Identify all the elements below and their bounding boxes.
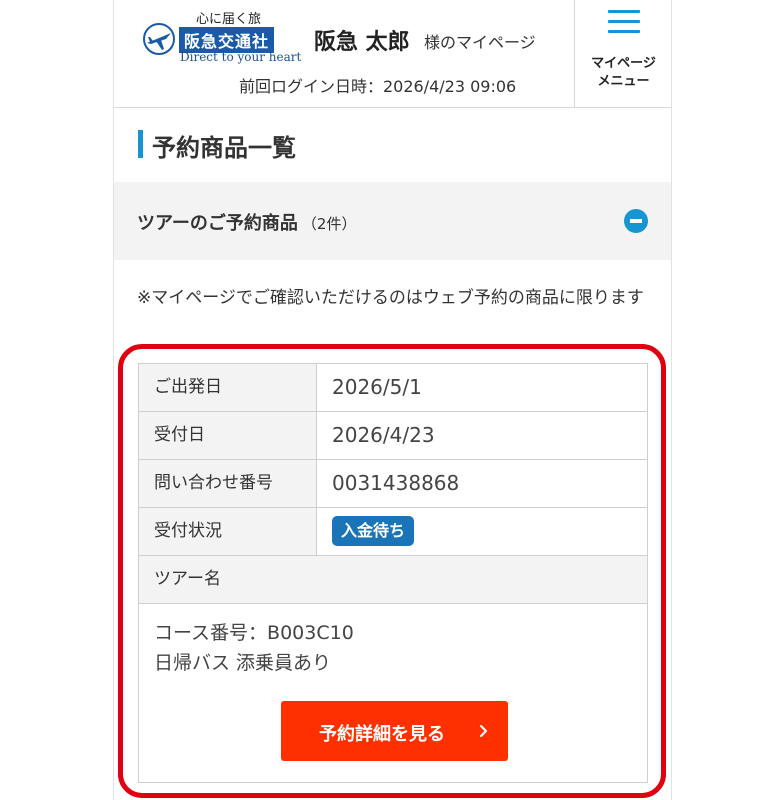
mypage-menu-label: マイページ メニュー <box>575 55 671 91</box>
row-label: ご出発日 <box>139 364 317 411</box>
table-row-tour-name: ツアー名 <box>139 556 647 604</box>
reservation-card: ご出発日 2026/5/1 受付日 2026/4/23 問い合わせ番号 0031… <box>138 363 648 783</box>
row-label: 受付日 <box>139 412 317 459</box>
tour-name: 日帰バス 添乗員あり <box>154 652 332 674</box>
logo-english: Direct to your heart <box>180 50 302 64</box>
table-row-inquiry-number: 問い合わせ番号 0031438868 <box>139 460 647 508</box>
table-row-departure: ご出発日 2026/5/1 <box>139 364 647 412</box>
row-label: 問い合わせ番号 <box>139 460 317 507</box>
tour-info: コース番号：B003C10 日帰バス 添乗員あり <box>154 618 354 678</box>
web-reservation-note: ※マイページでご確認いただけるのはウェブ予約の商品に限ります <box>137 288 644 308</box>
user-suffix: 様のマイページ <box>424 33 536 52</box>
airplane-logo-icon <box>143 23 175 55</box>
reservation-count: （2件） <box>301 215 357 233</box>
hamburger-icon <box>608 10 640 34</box>
chevron-right-icon <box>479 725 488 737</box>
status-badge: 入金待ち <box>332 515 415 546</box>
minus-circle-icon[interactable] <box>624 209 648 233</box>
status-cell: 入金待ち <box>317 508 647 555</box>
last-login-datetime: 前回ログイン日時：2026/4/23 09:06 <box>239 77 517 96</box>
departure-date: 2026/5/1 <box>332 375 422 399</box>
title-accent-bar <box>138 130 143 158</box>
logo-tagline: 心に届く旅 <box>196 12 262 27</box>
detail-button-label: 予約詳細を見る <box>319 724 445 745</box>
course-number: コース番号：B003C10 <box>154 622 354 644</box>
page-title: 予約商品一覧 <box>152 134 296 162</box>
tour-name-label: ツアー名 <box>139 556 647 603</box>
user-name: 阪急 太郎 <box>314 30 410 55</box>
accordion-title: ツアーのご予約商品 （2件） <box>137 209 356 235</box>
table-row-status: 受付状況 入金待ち <box>139 508 647 556</box>
table-row-received: 受付日 2026/4/23 <box>139 412 647 460</box>
menu-label-line2: メニュー <box>597 74 650 89</box>
page-frame: 心に届く旅 阪急交通社 Direct to your heart 阪急 太郎 様… <box>113 0 672 800</box>
accordion-title-text: ツアーのご予約商品 <box>137 213 298 234</box>
received-date: 2026/4/23 <box>332 423 435 447</box>
menu-label-line1: マイページ <box>591 56 656 71</box>
site-header: 心に届く旅 阪急交通社 Direct to your heart 阪急 太郎 様… <box>114 0 671 108</box>
view-reservation-detail-button[interactable]: 予約詳細を見る <box>281 701 508 761</box>
mypage-menu-button[interactable]: マイページ メニュー <box>574 0 671 107</box>
tour-reservations-accordion[interactable]: ツアーのご予約商品 （2件） <box>114 182 671 260</box>
row-label: 受付状況 <box>139 508 317 555</box>
hankyu-logo[interactable]: 心に届く旅 阪急交通社 Direct to your heart <box>142 8 301 68</box>
inquiry-number: 0031438868 <box>332 471 460 495</box>
